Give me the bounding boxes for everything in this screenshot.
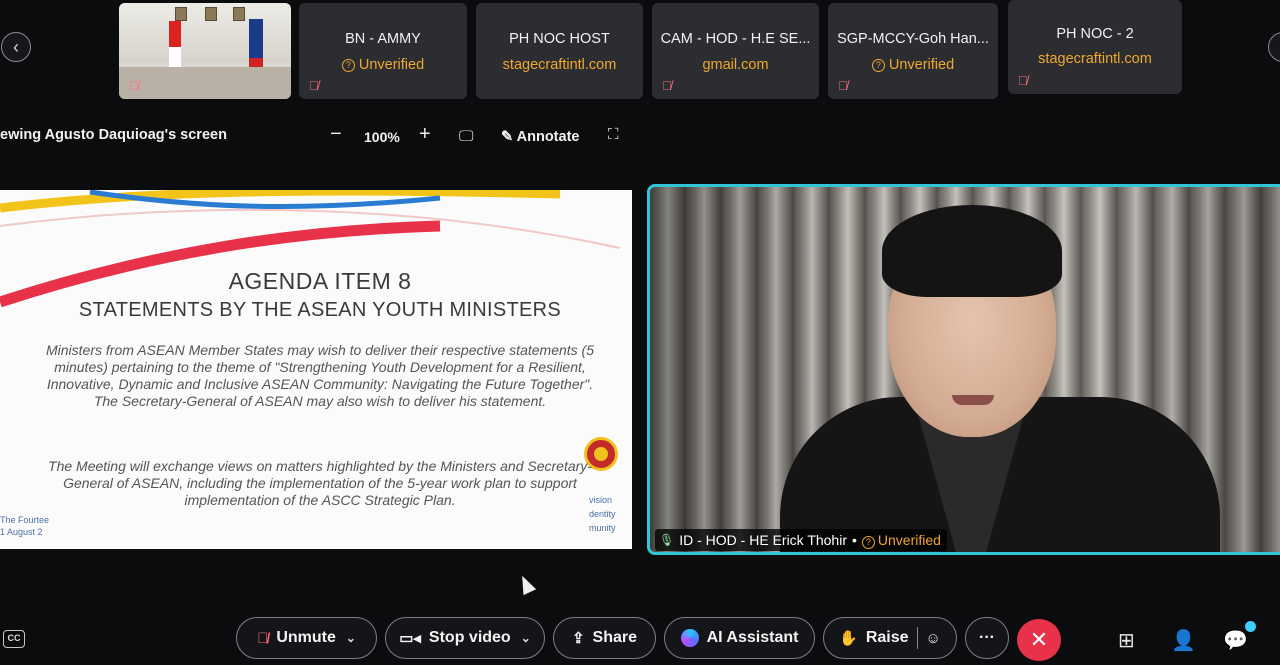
slide-paragraph: The Meeting will exchange views on matte… <box>48 458 592 508</box>
ai-assistant-label: AI Assistant <box>706 629 799 646</box>
participant-tile[interactable]: BN - AMMY ? Unverified 🎙̸ <box>299 3 467 99</box>
speaker-name-tag: 🎙 ID - HOD - HE Erick Thohir • ? Unverifi… <box>655 529 947 551</box>
participant-name: PH NOC - 2 <box>1056 26 1134 42</box>
mic-muted-icon: 🎙̸ <box>309 78 319 93</box>
closed-captions-button[interactable]: CC <box>3 630 25 648</box>
participant-name: PH NOC HOST <box>509 31 610 47</box>
slide-paragraph: Ministers from ASEAN Member States may w… <box>46 342 594 409</box>
video-camera-icon: ▭◂ <box>399 630 421 647</box>
participant-domain: stagecraftintl.com <box>502 57 617 73</box>
wall-frame <box>233 7 245 21</box>
scroll-right-button[interactable]: › <box>1268 32 1280 62</box>
warning-icon: ? <box>871 59 885 72</box>
participant-status: ? Unverified <box>299 57 467 73</box>
wall-frame <box>205 7 217 21</box>
motto-line: vision <box>589 495 613 505</box>
warning-icon: ? <box>341 59 355 72</box>
unmute-button[interactable]: 🎙̸ Unmute ⌄ <box>236 617 377 659</box>
screen-share-toolbar: iewing Agusto Daquioag's screen − 100% +… <box>0 123 640 148</box>
annotate-button[interactable]: ✎ Annotate <box>501 129 579 145</box>
share-label: Share <box>592 629 638 646</box>
mouse-cursor-icon <box>515 572 537 596</box>
participant-domain: stagecraftintl.com <box>1038 51 1152 67</box>
speaker-name: ID - HOD - HE Erick Thohir <box>679 532 847 548</box>
raise-reactions-button[interactable]: ✋ Raise ☺ <box>823 617 957 659</box>
participant-tile[interactable]: PH NOC - 2 stagecraftintl.com 🎙̸ <box>1008 0 1182 94</box>
participant-status-text: Unverified <box>358 57 425 73</box>
participant-tile[interactable]: SGP-MCCY-Goh Han... ? Unverified 🎙̸ <box>828 3 998 99</box>
motto-line: dentity <box>589 509 616 519</box>
separator: • <box>852 532 857 548</box>
chat-notification-dot <box>1245 621 1256 632</box>
participant-status-text: Unverified <box>888 57 955 73</box>
participant-tile[interactable]: CAM - HOD - H.E SE... gmail.com 🎙̸ <box>652 3 819 99</box>
chevron-down-icon[interactable]: ⌄ <box>521 631 531 645</box>
participant-tile-video[interactable]: 🎙̸ <box>119 3 291 99</box>
chevron-left-icon: ‹ <box>13 36 19 57</box>
zoom-in-button[interactable]: + <box>419 123 431 146</box>
participant-status: ? Unverified <box>828 57 998 73</box>
viewing-screen-label: iewing Agusto Daquioag's screen <box>0 127 227 143</box>
participant-name: SGP-MCCY-Goh Han... <box>837 31 989 47</box>
slide-footer-line: The Fourtee <box>0 515 50 525</box>
warning-icon: ? <box>861 535 875 549</box>
zoom-level[interactable]: 100% <box>364 129 400 145</box>
active-speaker-video[interactable] <box>647 184 1280 555</box>
speaker-status-text: Unverified <box>877 531 941 548</box>
apps-icon[interactable]: ⊞ <box>1118 628 1135 653</box>
slide-footer-line: 1 August 2 <box>0 527 43 537</box>
stop-video-button[interactable]: ▭◂ Stop video ⌄ <box>385 617 545 659</box>
stop-video-label: Stop video <box>428 629 511 646</box>
ai-assistant-button[interactable]: AI Assistant <box>664 617 815 659</box>
mic-muted-icon: 🎙̸ <box>1018 73 1028 88</box>
wall-frame <box>175 7 187 21</box>
participant-tile[interactable]: PH NOC HOST stagecraftintl.com <box>476 3 643 99</box>
share-button[interactable]: ⇪ Share <box>553 617 656 659</box>
slide-footer: The Fourtee 1 August 2 <box>0 514 49 538</box>
speaker-hair <box>882 205 1062 297</box>
mic-muted-icon: 🎙̸ <box>662 78 672 93</box>
raise-label: Raise <box>865 629 909 646</box>
leave-meeting-button[interactable]: ✕ <box>1017 619 1061 661</box>
mic-muted-icon: 🎙̸ <box>838 78 848 93</box>
speaker-mouth <box>952 395 994 405</box>
fullscreen-icon[interactable]: ⛶ <box>608 126 619 143</box>
ai-assistant-icon <box>680 629 699 647</box>
participants-icon[interactable]: 👤 <box>1171 628 1196 653</box>
annotate-label: Annotate <box>516 129 580 145</box>
speaker-status: ? Unverified <box>861 531 941 549</box>
more-options-button[interactable]: ··· <box>965 617 1009 659</box>
divider <box>916 627 918 649</box>
share-screen-icon: ⇪ <box>571 630 585 647</box>
participant-name: BN - AMMY <box>345 31 421 47</box>
meeting-table <box>119 67 291 99</box>
participant-name: CAM - HOD - H.E SE... <box>660 31 811 47</box>
more-options-icon: ··· <box>979 629 995 646</box>
mic-icon: 🎙 <box>659 533 675 547</box>
emoji-reaction-icon[interactable]: ☺ <box>926 630 941 647</box>
motto-line: munity <box>589 523 616 533</box>
participant-domain: gmail.com <box>702 57 769 73</box>
chat-icon[interactable]: 💬 <box>1223 628 1248 653</box>
zoom-out-button[interactable]: − <box>330 123 342 146</box>
slide-subtitle: STATEMENTS BY THE ASEAN YOUTH MINISTERS <box>78 299 562 321</box>
raise-hand-icon: ✋ <box>839 630 858 647</box>
close-icon: ✕ <box>1029 627 1049 652</box>
asean-motto: vision dentity munity <box>589 493 616 535</box>
scroll-left-button[interactable]: ‹ <box>1 32 31 62</box>
monitor-icon[interactable]: 🖵 <box>459 128 473 145</box>
flag <box>169 21 181 73</box>
mic-muted-icon: 🎙̸ <box>257 629 269 647</box>
slide-title: AGENDA ITEM 8 <box>228 268 412 294</box>
chevron-down-icon[interactable]: ⌄ <box>346 631 356 645</box>
mic-muted-icon: 🎙̸ <box>129 78 139 93</box>
unmute-label: Unmute <box>276 629 336 646</box>
pen-icon: ✎ <box>501 129 517 145</box>
